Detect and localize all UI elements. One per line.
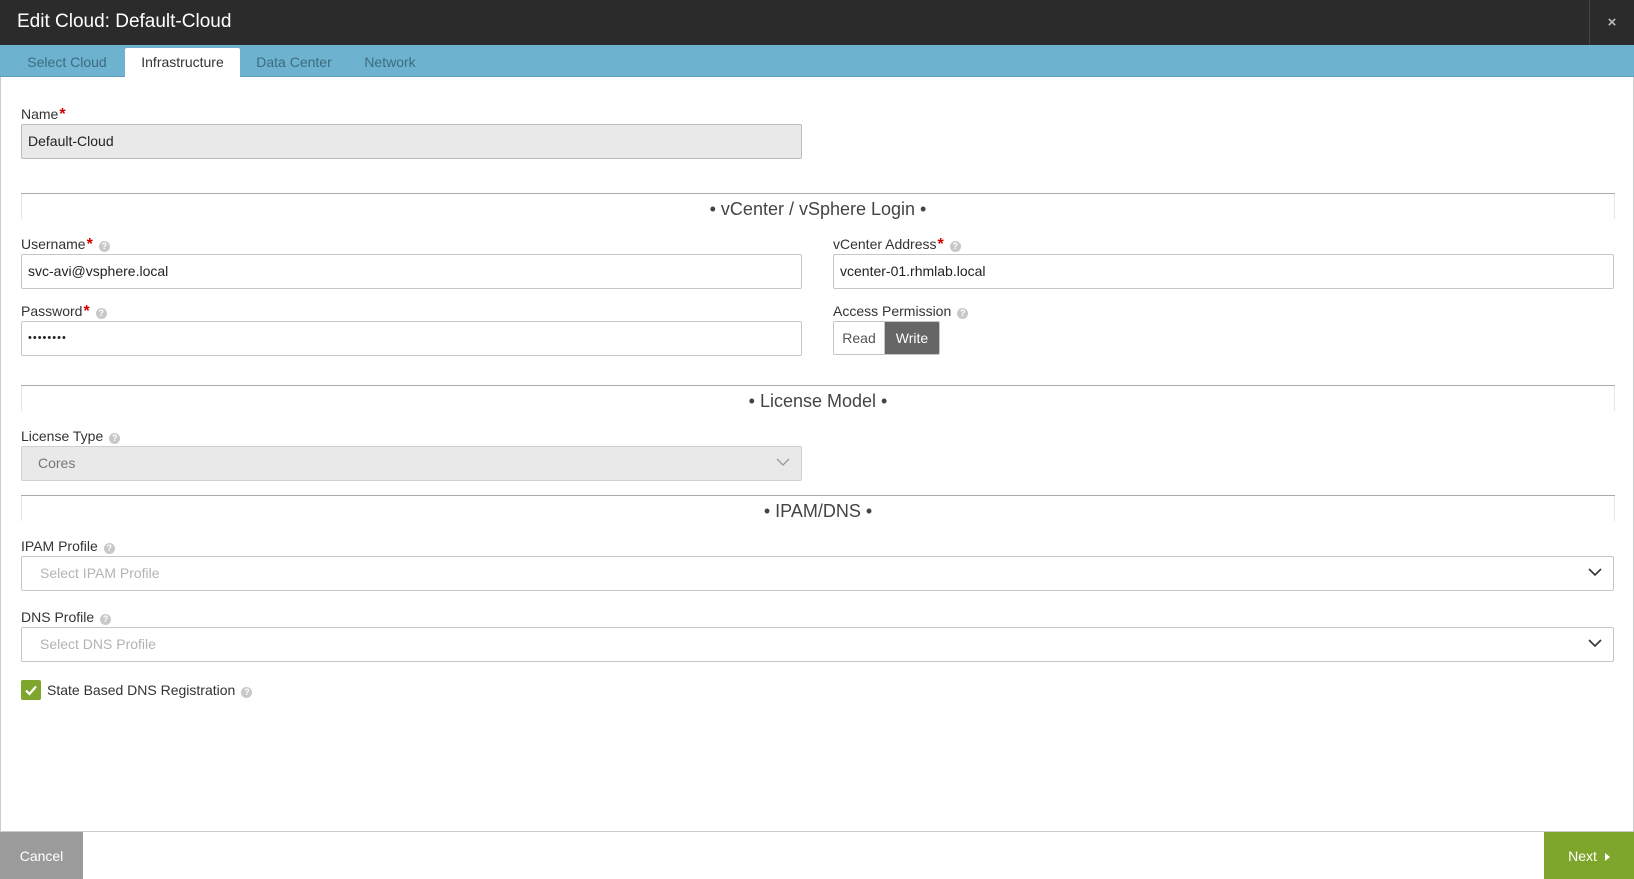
access-permission-toggle: Read Write	[833, 321, 940, 355]
chevron-down-icon	[1588, 568, 1602, 577]
access-read-button[interactable]: Read	[834, 322, 885, 354]
dialog-title: Edit Cloud: Default-Cloud	[17, 11, 232, 32]
help-icon[interactable]: ?	[103, 543, 115, 554]
password-label: Password*?	[21, 303, 107, 321]
help-icon[interactable]: ?	[95, 308, 107, 319]
required-marker: *	[937, 236, 944, 253]
name-field[interactable]: Default-Cloud	[21, 124, 802, 159]
section-title: • License Model •	[748, 391, 888, 411]
dns-profile-label: DNS Profile?	[21, 609, 112, 625]
section-license-model: • License Model •	[21, 385, 1615, 411]
help-icon[interactable]: ?	[957, 308, 969, 319]
dns-profile-select[interactable]: Select DNS Profile	[21, 627, 1614, 662]
tab-data-center[interactable]: Data Center	[248, 48, 340, 77]
ipam-profile-select[interactable]: Select IPAM Profile	[21, 556, 1614, 591]
vcenter-address-label: vCenter Address*?	[833, 236, 961, 254]
chevron-down-icon	[776, 458, 790, 466]
state-based-dns-checkbox[interactable]	[21, 680, 41, 700]
dialog-titlebar: Edit Cloud: Default-Cloud ×	[0, 0, 1634, 45]
state-based-dns-label: State Based DNS Registration?	[47, 682, 253, 698]
section-ipam-dns: • IPAM/DNS •	[21, 495, 1615, 521]
close-icon[interactable]: ×	[1589, 0, 1634, 45]
help-icon[interactable]: ?	[100, 614, 112, 625]
help-icon[interactable]: ?	[949, 241, 961, 252]
password-field[interactable]: ••••••••	[21, 321, 802, 356]
tab-infrastructure[interactable]: Infrastructure	[125, 48, 240, 77]
license-type-select[interactable]: Cores	[21, 446, 802, 481]
ipam-profile-label: IPAM Profile?	[21, 538, 115, 554]
required-marker: *	[59, 106, 66, 123]
section-title: • IPAM/DNS •	[763, 501, 873, 521]
help-icon[interactable]: ?	[241, 687, 253, 698]
section-vcenter-login: • vCenter / vSphere Login •	[21, 193, 1615, 219]
username-field[interactable]: svc-avi@vsphere.local	[21, 254, 802, 289]
help-icon[interactable]: ?	[109, 433, 121, 444]
caret-right-icon	[1604, 853, 1610, 861]
chevron-down-icon	[1588, 639, 1602, 648]
section-title: • vCenter / vSphere Login •	[709, 199, 927, 219]
cancel-button[interactable]: Cancel	[0, 832, 83, 879]
tab-select-cloud[interactable]: Select Cloud	[16, 48, 118, 77]
required-marker: *	[83, 303, 90, 320]
help-icon[interactable]: ?	[98, 241, 110, 252]
name-label: Name*	[21, 106, 66, 123]
check-icon	[25, 685, 37, 696]
vcenter-address-field[interactable]: vcenter-01.rhmlab.local	[833, 254, 1614, 289]
next-button[interactable]: Next	[1544, 832, 1634, 879]
required-marker: *	[86, 236, 93, 253]
form-content: Name* Default-Cloud • vCenter / vSphere …	[0, 77, 1634, 831]
tab-network[interactable]: Network	[352, 48, 428, 77]
dialog-footer: Cancel Next	[0, 831, 1634, 879]
license-type-label: License Type?	[21, 428, 121, 444]
username-label: Username*?	[21, 236, 110, 254]
access-write-button[interactable]: Write	[885, 322, 939, 354]
wizard-tabs: Select Cloud Infrastructure Data Center …	[0, 45, 1634, 77]
access-permission-label: Access Permission?	[833, 303, 969, 319]
